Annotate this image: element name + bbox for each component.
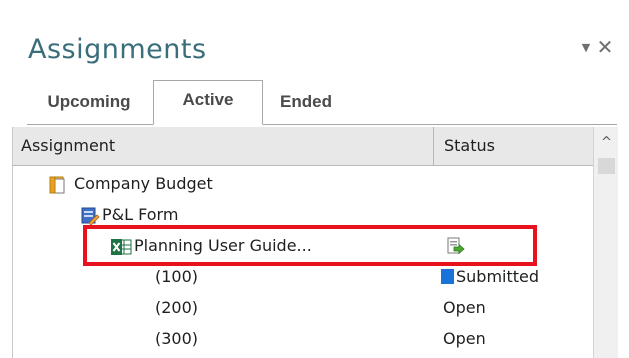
scroll-up-arrow-icon[interactable]: ^ <box>594 127 618 157</box>
status-text: Open <box>443 329 486 348</box>
tree-item-label: (100) <box>155 267 199 286</box>
tree-item: Company Budget <box>48 168 213 199</box>
tree-item-label: Planning User Guide... <box>134 236 312 255</box>
tree-item-label: (300) <box>155 329 199 348</box>
pane-title: Assignments <box>28 34 207 65</box>
grid-header: Assignment Status <box>13 127 593 166</box>
status-text: Open <box>443 298 486 317</box>
submitted-status-icon <box>441 269 454 284</box>
folder-icon <box>48 174 68 194</box>
open-document-icon[interactable] <box>446 230 466 261</box>
tree-item-label: Company Budget <box>74 174 213 193</box>
tree-row-300[interactable]: (300) Open <box>13 323 593 354</box>
tree-row-planning-user-guide[interactable]: Planning User Guide... <box>13 230 593 261</box>
scrollbar-thumb[interactable] <box>598 158 615 174</box>
tree-item: P&L Form <box>80 199 178 230</box>
tree-row-company-budget[interactable]: Company Budget <box>13 168 593 199</box>
assignments-grid: Assignment Status ^ Company Budget P&L F… <box>12 127 618 358</box>
tab-ended[interactable]: Ended <box>263 80 349 124</box>
vertical-scrollbar[interactable]: ^ <box>593 127 618 358</box>
status-cell: Submitted <box>441 261 540 292</box>
status-cell: Open <box>443 292 486 323</box>
tree-item-label: (200) <box>155 298 199 317</box>
tab-upcoming[interactable]: Upcoming <box>27 80 151 124</box>
tree-row-100[interactable]: (100) Submitted <box>13 261 593 292</box>
tree-item-label: P&L Form <box>102 205 179 224</box>
tree-item: Planning User Guide... <box>110 230 312 261</box>
form-icon <box>80 205 100 226</box>
status-text: Submitted <box>456 267 540 286</box>
pane-menu-dropdown-icon[interactable]: ▼ <box>578 34 594 60</box>
tab-active[interactable]: Active <box>153 80 263 125</box>
column-header-status[interactable]: Status <box>434 127 593 165</box>
column-header-assignment[interactable]: Assignment <box>13 127 434 165</box>
close-pane-icon[interactable]: ✕ <box>596 34 614 60</box>
status-cell: Open <box>443 323 486 354</box>
tree-row-pl-form[interactable]: P&L Form <box>13 199 593 230</box>
assignment-tabs: Upcoming Active Ended <box>27 80 617 125</box>
tree-row-200[interactable]: (200) Open <box>13 292 593 323</box>
excel-icon <box>110 236 132 256</box>
